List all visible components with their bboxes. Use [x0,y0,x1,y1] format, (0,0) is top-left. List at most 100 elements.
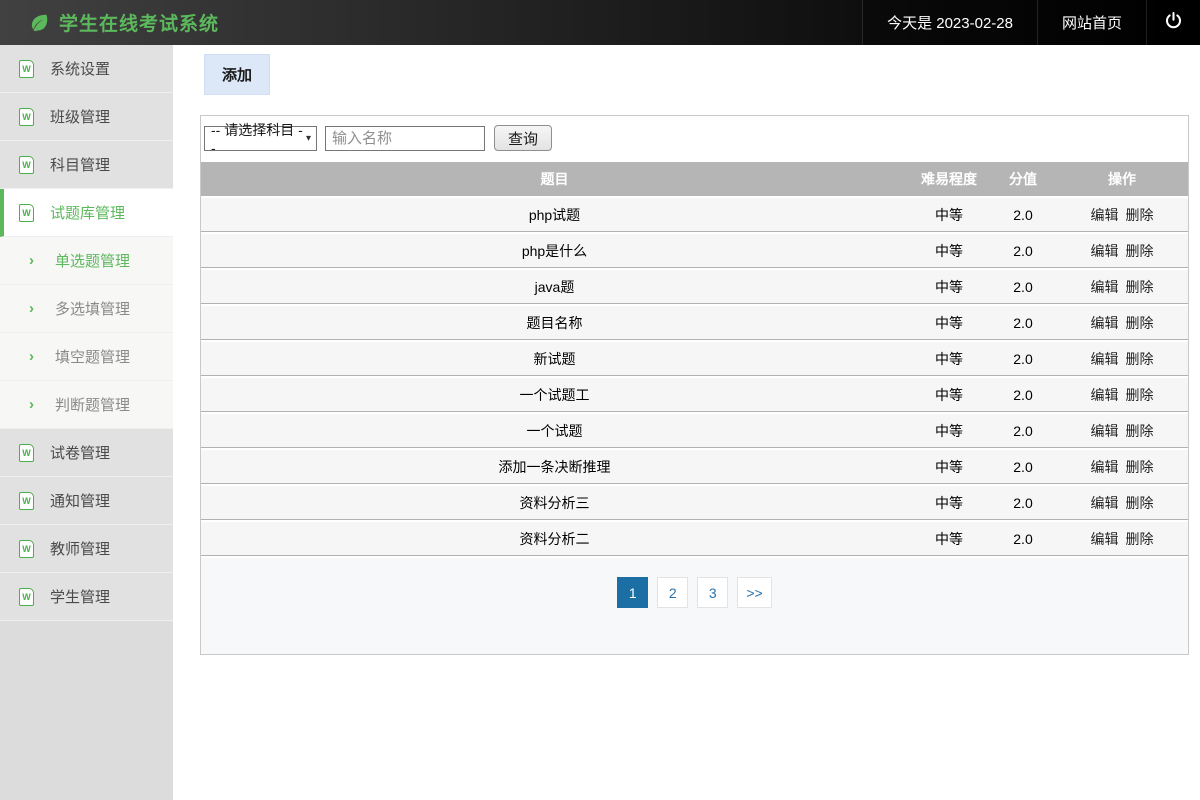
edit-link[interactable]: 编辑 [1091,529,1119,549]
topbar-right: 今天是 2023-02-28 网站首页 [862,0,1200,45]
cell-actions: 编辑删除 [1056,306,1188,340]
sidebar-item-paper-mgmt[interactable]: W 试卷管理 [0,429,173,477]
add-button[interactable]: 添加 [204,54,270,95]
sidebar-item-multi-choice-mgmt[interactable]: › 多选填管理 [0,285,173,333]
edit-link[interactable]: 编辑 [1091,385,1119,405]
sidebar-item-label: 系统设置 [50,58,110,79]
page-button-1[interactable]: 1 [617,577,648,608]
doc-w-icon: W [19,108,34,126]
delete-link[interactable]: 删除 [1126,277,1154,297]
cell-actions: 编辑删除 [1056,486,1188,520]
sidebar-item-single-choice-mgmt[interactable]: › 单选题管理 [0,237,173,285]
cell-score: 2.0 [990,378,1056,412]
cell-title: 一个试题工 [201,378,908,412]
cell-difficulty: 中等 [908,414,990,448]
sidebar-item-student-mgmt[interactable]: W 学生管理 [0,573,173,621]
delete-link[interactable]: 删除 [1126,457,1154,477]
name-search-input[interactable] [325,126,485,151]
cell-difficulty: 中等 [908,378,990,412]
edit-link[interactable]: 编辑 [1091,349,1119,369]
edit-link[interactable]: 编辑 [1091,241,1119,261]
col-header-difficulty: 难易程度 [908,162,990,196]
cell-actions: 编辑删除 [1056,522,1188,556]
edit-link[interactable]: 编辑 [1091,313,1119,333]
edit-link[interactable]: 编辑 [1091,457,1119,477]
cell-difficulty: 中等 [908,342,990,376]
layout: W 系统设置 W 班级管理 W 科目管理 W 试题库管理 › 单选题管理 › 多… [0,45,1200,800]
cell-score: 2.0 [990,414,1056,448]
filter-bar: -- 请选择科目 -- ▾ 查询 [201,116,1188,160]
sidebar-item-notice-mgmt[interactable]: W 通知管理 [0,477,173,525]
current-date: 今天是 2023-02-28 [862,0,1037,45]
subject-select[interactable]: -- 请选择科目 -- ▾ [204,126,317,151]
sidebar-item-teacher-mgmt[interactable]: W 教师管理 [0,525,173,573]
edit-link[interactable]: 编辑 [1091,421,1119,441]
chevron-down-icon: ▾ [306,133,311,144]
sidebar-item-label: 科目管理 [50,154,110,175]
cell-title: 资料分析二 [201,522,908,556]
site-home-link[interactable]: 网站首页 [1037,0,1146,45]
delete-link[interactable]: 删除 [1126,529,1154,549]
cell-score: 2.0 [990,306,1056,340]
edit-link[interactable]: 编辑 [1091,277,1119,297]
cell-score: 2.0 [990,450,1056,484]
page-button-next[interactable]: >> [737,577,771,608]
cell-difficulty: 中等 [908,450,990,484]
table-row: java题 中等 2.0 编辑删除 [201,270,1188,304]
cell-difficulty: 中等 [908,306,990,340]
search-button[interactable]: 查询 [494,125,552,151]
main-content: 添加 -- 请选择科目 -- ▾ 查询 题目 难易程度 分值 操作 [173,45,1200,800]
sidebar-item-label: 学生管理 [50,586,110,607]
table-row: 资料分析二 中等 2.0 编辑删除 [201,522,1188,556]
col-header-actions: 操作 [1056,162,1188,196]
sidebar-item-label: 判断题管理 [55,394,130,415]
page-button-2[interactable]: 2 [657,577,688,608]
sidebar-item-label: 填空题管理 [55,346,130,367]
delete-link[interactable]: 删除 [1126,385,1154,405]
cell-actions: 编辑删除 [1056,234,1188,268]
table-header-row: 题目 难易程度 分值 操作 [201,162,1188,196]
topbar: 学生在线考试系统 今天是 2023-02-28 网站首页 [0,0,1200,45]
sidebar-item-label: 通知管理 [50,490,110,511]
cell-actions: 编辑删除 [1056,450,1188,484]
cell-score: 2.0 [990,486,1056,520]
cell-difficulty: 中等 [908,234,990,268]
cell-score: 2.0 [990,270,1056,304]
sidebar-item-system-settings[interactable]: W 系统设置 [0,45,173,93]
logout-button[interactable] [1146,0,1200,45]
cell-score: 2.0 [990,522,1056,556]
edit-link[interactable]: 编辑 [1091,205,1119,225]
table-row: php是什么 中等 2.0 编辑删除 [201,234,1188,268]
chevron-right-icon: › [24,348,39,365]
edit-link[interactable]: 编辑 [1091,493,1119,513]
cell-title: 资料分析三 [201,486,908,520]
delete-link[interactable]: 删除 [1126,421,1154,441]
sidebar-item-label: 试卷管理 [50,442,110,463]
table-row: 一个试题工 中等 2.0 编辑删除 [201,378,1188,412]
sidebar-item-true-false-mgmt[interactable]: › 判断题管理 [0,381,173,429]
cell-actions: 编辑删除 [1056,198,1188,232]
cell-score: 2.0 [990,198,1056,232]
table-row: 资料分析三 中等 2.0 编辑删除 [201,486,1188,520]
cell-title: php是什么 [201,234,908,268]
sidebar-item-subject-mgmt[interactable]: W 科目管理 [0,141,173,189]
chevron-right-icon: › [24,396,39,413]
app-title: 学生在线考试系统 [59,9,219,36]
cell-difficulty: 中等 [908,198,990,232]
sidebar-item-class-mgmt[interactable]: W 班级管理 [0,93,173,141]
cell-title: java题 [201,270,908,304]
page-button-3[interactable]: 3 [697,577,728,608]
delete-link[interactable]: 删除 [1126,349,1154,369]
brand: 学生在线考试系统 [0,0,862,45]
delete-link[interactable]: 删除 [1126,313,1154,333]
table-row: 添加一条决断推理 中等 2.0 编辑删除 [201,450,1188,484]
cell-actions: 编辑删除 [1056,378,1188,412]
delete-link[interactable]: 删除 [1126,205,1154,225]
cell-title: 新试题 [201,342,908,376]
delete-link[interactable]: 删除 [1126,493,1154,513]
delete-link[interactable]: 删除 [1126,241,1154,261]
doc-w-icon: W [19,204,34,222]
sidebar-item-question-bank-mgmt[interactable]: W 试题库管理 [0,189,173,237]
sidebar-item-fill-blank-mgmt[interactable]: › 填空题管理 [0,333,173,381]
table-row: 一个试题 中等 2.0 编辑删除 [201,414,1188,448]
